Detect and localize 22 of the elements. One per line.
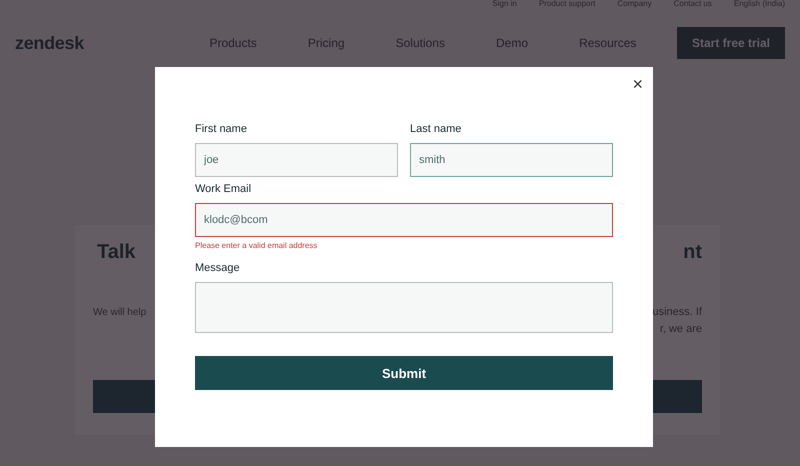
input-field[interactable]: klodc@bcom	[195, 203, 613, 237]
card-text: r, we are	[660, 322, 702, 337]
nav-link[interactable]: Pricing	[308, 36, 345, 50]
field-label: Last name	[410, 123, 462, 136]
card-heading: nt	[683, 241, 702, 264]
nav-link[interactable]: Resources	[579, 36, 636, 50]
message-field[interactable]	[195, 282, 613, 333]
error-message: Please enter a valid email address	[195, 241, 318, 250]
nav-link[interactable]: Solutions	[396, 36, 445, 50]
field-label: Message	[195, 262, 241, 275]
submit-button[interactable]: Submit	[195, 356, 613, 390]
logo[interactable]: zendesk	[15, 32, 84, 54]
card-text: usiness. If	[652, 305, 702, 320]
close-button[interactable]: ×	[632, 75, 643, 93]
card-text: We will help	[93, 306, 146, 320]
card-heading: Talk	[97, 241, 136, 264]
input-field[interactable]: joe	[195, 143, 398, 177]
nav-link[interactable]: Products	[209, 36, 257, 50]
field-label: First name	[195, 123, 248, 136]
input-field[interactable]: smith	[410, 143, 613, 177]
nav-link[interactable]: Demo	[496, 36, 528, 50]
field-label: Work Email	[195, 183, 252, 196]
